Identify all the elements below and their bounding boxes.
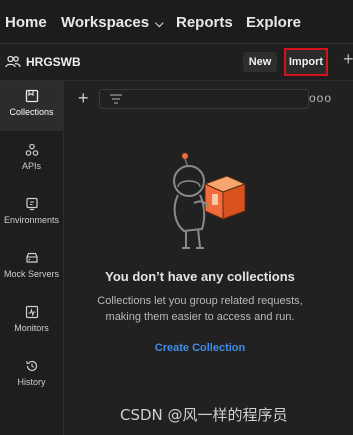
nav-workspaces[interactable]: Workspaces ⌵ xyxy=(61,14,163,31)
apis-icon xyxy=(25,143,38,156)
import-button[interactable]: Import xyxy=(284,48,328,76)
nav-workspaces-label: Workspaces xyxy=(61,14,150,31)
more-options-icon[interactable]: ooo xyxy=(309,91,332,105)
empty-state-title: You don’t have any collections xyxy=(105,269,295,284)
sidebar-item-mock-servers[interactable]: Mock Servers xyxy=(0,243,63,293)
environments-icon xyxy=(25,197,38,211)
sidebar-item-label: Environments xyxy=(3,215,60,225)
collections-icon xyxy=(25,89,38,103)
workspace-name[interactable]: HRGSWB xyxy=(26,55,81,69)
nav-explore[interactable]: Explore xyxy=(246,14,301,31)
team-icon xyxy=(5,55,21,68)
filter-icon xyxy=(110,94,122,104)
sidebar-item-label: Collections xyxy=(9,107,54,117)
history-icon xyxy=(25,360,37,372)
empty-state-description: Collections let you group related reques… xyxy=(97,295,303,323)
mock-servers-icon xyxy=(25,252,38,263)
left-sidebar: Collections APIs Environments Mock Serve… xyxy=(0,81,64,435)
top-nav-bar: Home Workspaces ⌵ Reports Explore xyxy=(0,0,353,44)
new-button[interactable]: New xyxy=(243,52,277,72)
filter-input[interactable] xyxy=(99,89,309,109)
collections-panel: + ooo You don’t have any collections Col… xyxy=(64,81,353,435)
add-collection-icon[interactable]: + xyxy=(78,88,89,109)
watermark-text: CSDN @风一样的程序员 xyxy=(120,406,288,424)
create-collection-link[interactable]: Create Collection xyxy=(64,342,336,354)
sidebar-item-apis[interactable]: APIs xyxy=(0,135,63,185)
new-tab-plus-icon[interactable]: + xyxy=(343,49,353,70)
sidebar-item-label: APIs xyxy=(21,161,41,171)
nav-reports[interactable]: Reports xyxy=(176,14,233,31)
sidebar-item-label: History xyxy=(17,377,46,387)
sidebar-item-label: Monitors xyxy=(14,323,49,333)
astronaut-illustration xyxy=(173,153,247,249)
sidebar-item-monitors[interactable]: Monitors xyxy=(0,297,63,347)
chevron-down-icon: ⌵ xyxy=(155,18,164,30)
nav-home[interactable]: Home xyxy=(5,14,47,31)
sidebar-item-collections[interactable]: Collections xyxy=(0,81,63,131)
sidebar-item-label: Mock Servers xyxy=(3,269,59,279)
workspace-header: HRGSWB New Import + xyxy=(0,44,353,81)
collections-toolbar: + ooo xyxy=(64,81,353,117)
sidebar-item-environments[interactable]: Environments xyxy=(0,189,63,239)
sidebar-item-history[interactable]: History xyxy=(0,351,63,401)
monitors-icon xyxy=(25,305,38,319)
